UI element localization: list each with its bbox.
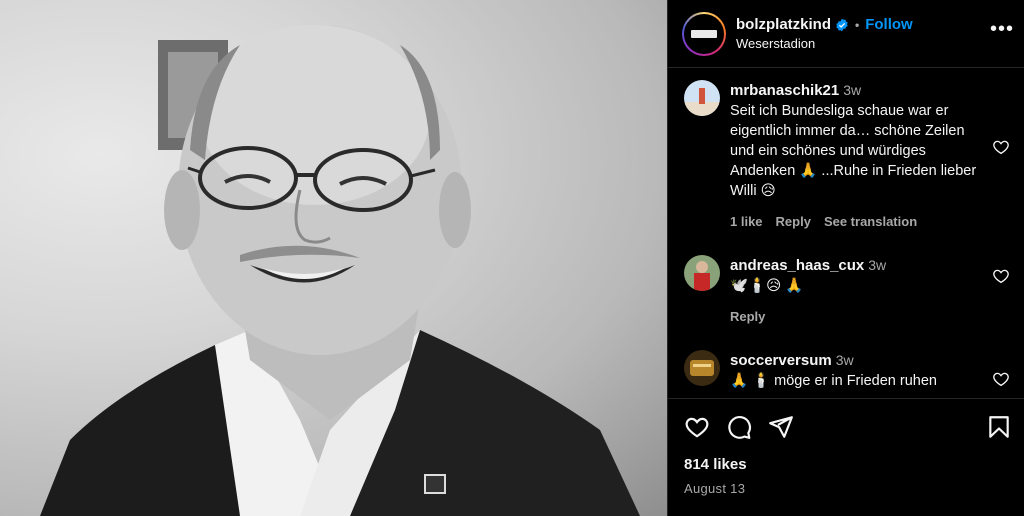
comment-time: 3w bbox=[843, 82, 862, 98]
comment-time: 3w bbox=[835, 352, 854, 368]
post-photo[interactable] bbox=[0, 0, 667, 516]
portrait-image bbox=[40, 25, 640, 516]
post-date: August 13 bbox=[684, 481, 746, 496]
brand-logo bbox=[691, 29, 717, 38]
comment-text: 🕊️🕯️😥 🙏 bbox=[730, 278, 804, 294]
see-translation-button[interactable]: See translation bbox=[824, 214, 917, 229]
comment-item: mrbanaschik21 3w Seit ich Bundesliga scha… bbox=[684, 80, 1010, 229]
more-options-icon[interactable]: ••• bbox=[990, 19, 1014, 39]
comment-icon[interactable] bbox=[726, 414, 752, 440]
heart-icon[interactable] bbox=[684, 414, 710, 440]
lapel-pin bbox=[424, 474, 446, 494]
comment-heart-icon[interactable] bbox=[992, 267, 1010, 285]
comments-list[interactable]: mrbanaschik21 3w Seit ich Bundesliga scha… bbox=[668, 68, 1024, 398]
bookmark-icon[interactable] bbox=[986, 414, 1012, 440]
post-username[interactable]: bolzplatzkind bbox=[736, 16, 831, 33]
comment-time: 3w bbox=[868, 257, 887, 273]
reply-button[interactable]: Reply bbox=[776, 214, 811, 229]
instagram-post-view: bolzplatzkind • Follow Weserstadion ••• bbox=[0, 0, 1024, 516]
reply-button[interactable]: Reply bbox=[730, 309, 765, 324]
post-location[interactable]: Weserstadion bbox=[736, 36, 913, 51]
comment-text: Seit ich Bundesliga schaue war er eigent… bbox=[730, 103, 977, 199]
comment-item: andreas_haas_cux 3w 🕊️🕯️😥 🙏 Reply bbox=[684, 255, 1010, 324]
post-details-panel: bolzplatzkind • Follow Weserstadion ••• bbox=[667, 0, 1024, 516]
separator-dot: • bbox=[855, 17, 860, 32]
commenter-avatar[interactable] bbox=[684, 255, 720, 291]
comment-username[interactable]: andreas_haas_cux bbox=[730, 257, 864, 274]
commenter-avatar[interactable] bbox=[684, 350, 720, 386]
comment-text: 🙏 🕯️ möge er in Frieden ruhen bbox=[730, 373, 937, 389]
follow-button[interactable]: Follow bbox=[865, 16, 913, 33]
profile-avatar[interactable] bbox=[682, 11, 726, 56]
post-actions-bar: 814 likes August 13 bbox=[668, 398, 1024, 516]
comment-username[interactable]: soccerversum bbox=[730, 352, 832, 369]
commenter-avatar[interactable] bbox=[684, 80, 720, 116]
post-header: bolzplatzkind • Follow Weserstadion ••• bbox=[668, 0, 1024, 68]
share-icon[interactable] bbox=[768, 414, 794, 440]
comment-item: soccerversum 3w 🙏 🕯️ möge er in Frieden r… bbox=[684, 350, 1010, 391]
comment-likes[interactable]: 1 like bbox=[730, 214, 763, 229]
likes-count[interactable]: 814 likes bbox=[684, 456, 1010, 473]
comment-heart-icon[interactable] bbox=[992, 370, 1010, 388]
comment-heart-icon[interactable] bbox=[992, 138, 1010, 156]
jacket-left bbox=[40, 345, 250, 516]
verified-badge-icon bbox=[836, 18, 848, 31]
comment-username[interactable]: mrbanaschik21 bbox=[730, 82, 839, 99]
